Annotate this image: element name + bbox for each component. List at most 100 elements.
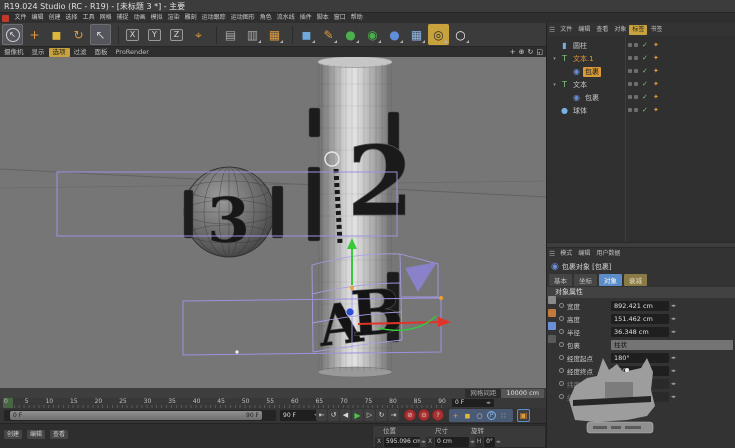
palette-icon-1[interactable] bbox=[548, 296, 556, 304]
key-scale-toggle[interactable]: ◼ bbox=[462, 410, 473, 421]
key-parameter-toggle[interactable]: P bbox=[486, 410, 497, 421]
keyframe-dot-icon[interactable] bbox=[559, 303, 564, 308]
menu-item[interactable]: 模拟 bbox=[148, 13, 165, 23]
object-name[interactable]: 球体 bbox=[571, 106, 589, 116]
object-manager-menu-item[interactable]: 文件 bbox=[557, 25, 575, 35]
next-frame-button[interactable]: ▷ bbox=[364, 409, 375, 421]
coordinate-value-field[interactable]: 0 cm bbox=[435, 437, 469, 447]
object-name[interactable]: 圆柱 bbox=[571, 41, 589, 51]
add-primitive-button[interactable]: ◼ bbox=[296, 24, 317, 45]
expand-toggle-icon[interactable]: ▾ bbox=[551, 82, 558, 88]
next-key-button[interactable]: ↻ bbox=[376, 409, 387, 421]
menu-item[interactable]: 网格 bbox=[97, 13, 114, 23]
toggle-view-icon[interactable]: ◱ bbox=[536, 48, 543, 56]
attribute-tab[interactable]: 坐标 bbox=[574, 274, 597, 286]
sphere-object[interactable]: 3 bbox=[184, 167, 283, 257]
material-menu-button[interactable]: 创建 bbox=[4, 430, 22, 439]
object-manager-menu-item[interactable]: 编辑 bbox=[575, 25, 593, 35]
palette-icon-4[interactable] bbox=[548, 335, 556, 343]
tree-row[interactable]: ▮ 圆柱 ✓ ✦ bbox=[547, 39, 735, 52]
menu-item[interactable]: 帮助 bbox=[348, 13, 365, 23]
key-pla-toggle[interactable]: ∷ bbox=[498, 410, 509, 421]
range-slider-bar[interactable]: 0 F 90 F bbox=[10, 411, 262, 420]
panel-menu-icon[interactable]: ☰ bbox=[549, 250, 555, 258]
origin-point-handle[interactable] bbox=[346, 308, 354, 316]
viewport-menu-item[interactable]: 选项 bbox=[49, 48, 70, 57]
phong-tag-icon[interactable]: ✦ bbox=[653, 94, 659, 101]
coordinate-system-button[interactable]: ⌖ bbox=[188, 24, 209, 45]
value-spinner-icon[interactable]: ◂▸ bbox=[671, 329, 676, 335]
tree-row[interactable]: ▾ T 文本 ✓ ✦ bbox=[547, 78, 735, 91]
play-button[interactable]: ▶ bbox=[352, 409, 363, 421]
menu-item[interactable]: 文件 bbox=[12, 13, 29, 23]
enable-checkmark-icon[interactable]: ✓ bbox=[642, 42, 648, 49]
menu-item[interactable]: 渲染 bbox=[165, 13, 182, 23]
menu-item[interactable]: 工具 bbox=[80, 13, 97, 23]
palette-icon-3[interactable] bbox=[548, 322, 556, 330]
lock-x-axis-button[interactable]: X bbox=[122, 24, 143, 45]
visibility-dots[interactable] bbox=[628, 69, 638, 73]
attribute-value-field[interactable]: 36.348 cm bbox=[611, 327, 669, 337]
lock-y-axis-button[interactable]: Y bbox=[144, 24, 165, 45]
render-settings-button[interactable]: ▦ bbox=[264, 24, 285, 45]
attribute-value-field[interactable]: 151.462 cm bbox=[611, 314, 669, 324]
coordinate-value-field[interactable]: 0° bbox=[484, 437, 495, 447]
scale-tool-icon[interactable]: ◼ bbox=[46, 24, 67, 45]
menu-item[interactable]: 雕刻 bbox=[182, 13, 199, 23]
value-spinner-icon[interactable]: ◂▸ bbox=[671, 316, 676, 322]
menu-item[interactable]: 捕捉 bbox=[114, 13, 131, 23]
add-deformer-button[interactable]: ● bbox=[384, 24, 405, 45]
object-name[interactable]: 包裹 bbox=[583, 67, 601, 77]
phong-tag-icon[interactable]: ✦ bbox=[653, 42, 659, 49]
enable-checkmark-icon[interactable]: ✓ bbox=[642, 107, 648, 114]
object-manager-menu-item[interactable]: 查看 bbox=[593, 25, 611, 35]
phong-tag-icon[interactable]: ✦ bbox=[653, 55, 659, 62]
viewport-menu-item[interactable]: ProRender bbox=[112, 48, 153, 57]
live-selection-tool-icon[interactable]: ↖ bbox=[2, 24, 23, 45]
keyframe-dot-icon[interactable] bbox=[559, 316, 564, 321]
coordinate-value-field[interactable]: 595.096 cm bbox=[384, 437, 420, 447]
phong-tag-icon[interactable]: ✦ bbox=[653, 81, 659, 88]
panel-menu-icon[interactable]: ☰ bbox=[549, 26, 555, 34]
key-position-toggle[interactable]: + bbox=[450, 410, 461, 421]
enable-checkmark-icon[interactable]: ✓ bbox=[642, 81, 648, 88]
menu-item[interactable]: 流水线 bbox=[274, 13, 297, 23]
phong-tag-icon[interactable]: ✦ bbox=[653, 107, 659, 114]
previous-frame-button[interactable]: ◀ bbox=[340, 409, 351, 421]
menu-item[interactable]: 编辑 bbox=[29, 13, 46, 23]
tree-row[interactable]: ▾ T 文本.1 ✓ ✦ bbox=[547, 52, 735, 65]
zoom-view-icon[interactable]: ⊕ bbox=[519, 48, 525, 56]
add-generator-button[interactable]: ◉ bbox=[362, 24, 383, 45]
add-spline-button[interactable]: ✎ bbox=[318, 24, 339, 45]
timeline-ruler[interactable]: 051015202530354045505560657075808590 0 F… bbox=[0, 398, 546, 408]
tree-row[interactable]: ● 球体 ✓ ✦ bbox=[547, 104, 735, 117]
menu-item[interactable]: 创建 bbox=[46, 13, 63, 23]
record-keyframe-button[interactable]: ⊘ bbox=[404, 409, 416, 421]
keyframe-dot-icon[interactable] bbox=[559, 342, 564, 347]
enable-checkmark-icon[interactable]: ✓ bbox=[642, 55, 648, 62]
attribute-menu-item[interactable]: 模式 bbox=[557, 249, 575, 259]
tree-row[interactable]: ◉ 包裹 ✓ ✦ bbox=[547, 65, 735, 78]
render-picture-viewer-button[interactable]: ▥ bbox=[242, 24, 263, 45]
object-name[interactable]: 文本.1 bbox=[571, 54, 596, 64]
phong-tag-icon[interactable]: ✦ bbox=[653, 68, 659, 75]
object-manager-menu-item[interactable]: 书签 bbox=[647, 25, 665, 35]
deformer-handle-triangle[interactable] bbox=[405, 262, 437, 292]
coordinate-spinner-icon[interactable]: ◂▸ bbox=[496, 439, 501, 445]
autokeying-button[interactable]: ⊙ bbox=[418, 409, 430, 421]
visibility-dots[interactable] bbox=[628, 43, 638, 47]
current-frame-field[interactable]: 0 F◂▸ bbox=[452, 399, 494, 407]
menu-item[interactable]: 动画 bbox=[131, 13, 148, 23]
rotate-tool-icon[interactable]: ↻ bbox=[68, 24, 89, 45]
add-environment-button[interactable]: ▦ bbox=[406, 24, 427, 45]
visibility-dots[interactable] bbox=[628, 95, 638, 99]
attribute-tab[interactable]: 基本 bbox=[549, 274, 572, 286]
rotate-view-icon[interactable]: ↻ bbox=[528, 48, 534, 56]
key-rotation-toggle[interactable]: ○ bbox=[474, 410, 485, 421]
attribute-tab[interactable]: 衰减 bbox=[624, 274, 647, 286]
material-menu-button[interactable]: 编辑 bbox=[27, 430, 45, 439]
3d-viewport[interactable]: 3 2 A B bbox=[0, 57, 546, 388]
visibility-dots[interactable] bbox=[628, 108, 638, 112]
add-camera-button[interactable]: ◎ bbox=[428, 24, 449, 45]
object-name[interactable]: 包裹 bbox=[583, 93, 601, 103]
